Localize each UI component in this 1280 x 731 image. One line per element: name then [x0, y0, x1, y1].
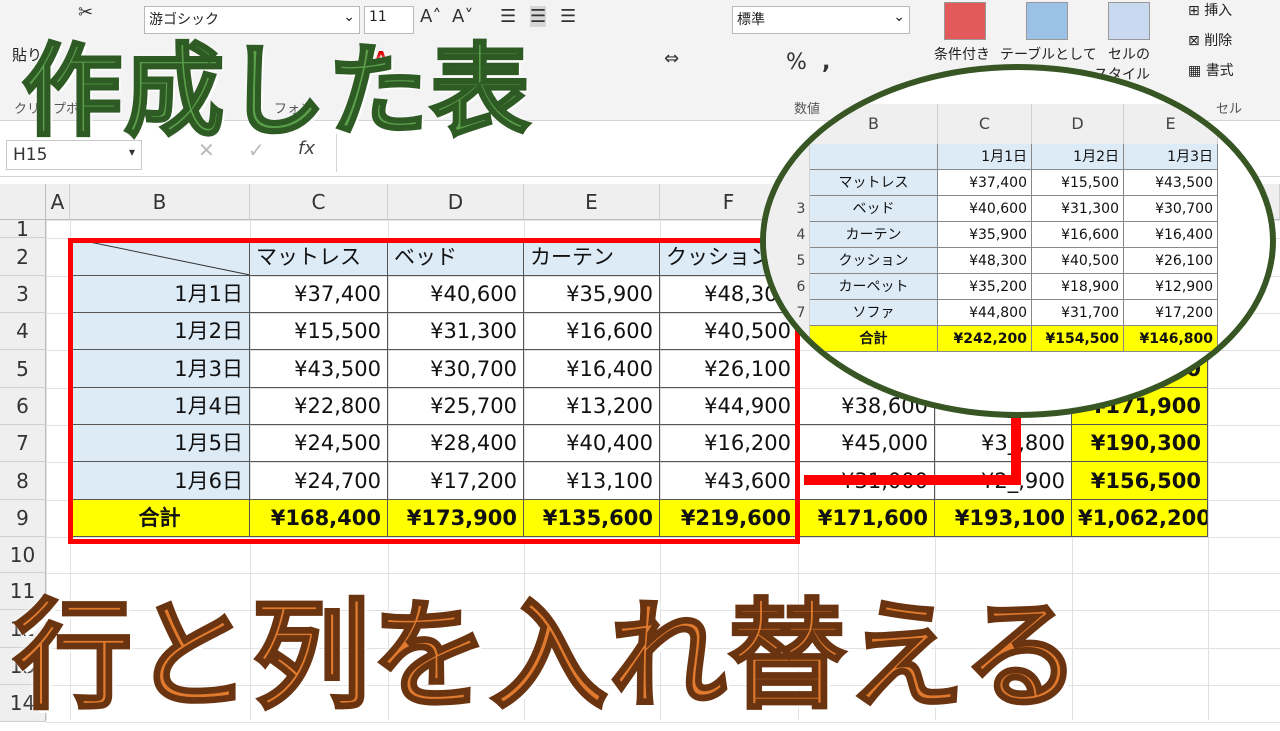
top-title: 作成した表	[21, 32, 532, 152]
oval-column-header: C	[938, 104, 1032, 144]
oval-item-label: ソファ	[810, 300, 938, 326]
oval-value-cell: ¥17,200	[1124, 300, 1218, 326]
oval-column-header: E	[1124, 104, 1218, 144]
oval-value-cell: ¥35,900	[938, 222, 1032, 248]
oval-total-label: 合計	[810, 326, 938, 352]
oval-row-header: 6	[796, 279, 806, 295]
oval-value-cell: ¥37,400	[938, 170, 1032, 196]
oval-value-cell: ¥31,700	[1032, 300, 1124, 326]
oval-item-label: カーテン	[810, 222, 938, 248]
transposed-preview-oval: B C D E 3 4 5 6 7 1月1日 1月2日 1月3日マットレス ¥37,400 ¥15,500…	[760, 64, 1276, 418]
oval-date-header: 1月2日	[1032, 144, 1124, 170]
oval-date-header: 1月3日	[1124, 144, 1218, 170]
oval-value-cell: ¥26,100	[1124, 248, 1218, 274]
oval-row-header: 4	[796, 227, 806, 243]
oval-value-cell: ¥31,300	[1032, 196, 1124, 222]
oval-value-cell: ¥18,900	[1032, 274, 1124, 300]
oval-row-header: 5	[796, 253, 806, 269]
oval-corner-cell	[810, 144, 938, 170]
oval-value-cell: ¥40,600	[938, 196, 1032, 222]
oval-value-cell: ¥48,300	[938, 248, 1032, 274]
oval-item-label: マットレス	[810, 170, 938, 196]
oval-item-label: ベッド	[810, 196, 938, 222]
oval-item-label: カーペット	[810, 274, 938, 300]
oval-value-cell: ¥44,800	[938, 300, 1032, 326]
oval-column-header: B	[810, 104, 938, 144]
oval-value-cell: ¥16,400	[1124, 222, 1218, 248]
oval-row-header: 7	[796, 305, 806, 321]
oval-total-value: ¥242,200	[938, 326, 1032, 352]
oval-row-header: 3	[796, 201, 806, 217]
oval-total-value: ¥154,500	[1032, 326, 1124, 352]
oval-item-label: クッション	[810, 248, 938, 274]
oval-value-cell: ¥40,500	[1032, 248, 1124, 274]
oval-total-value: ¥146,800	[1124, 326, 1218, 352]
oval-value-cell: ¥35,200	[938, 274, 1032, 300]
oval-value-cell: ¥16,600	[1032, 222, 1124, 248]
oval-value-cell: ¥43,500	[1124, 170, 1218, 196]
oval-column-header: D	[1032, 104, 1124, 144]
oval-value-cell: ¥30,700	[1124, 196, 1218, 222]
oval-value-cell: ¥15,500	[1032, 170, 1124, 196]
oval-date-header: 1月1日	[938, 144, 1032, 170]
bottom-title: 行と列を入れ替える	[12, 586, 1082, 727]
oval-value-cell: ¥12,900	[1124, 274, 1218, 300]
